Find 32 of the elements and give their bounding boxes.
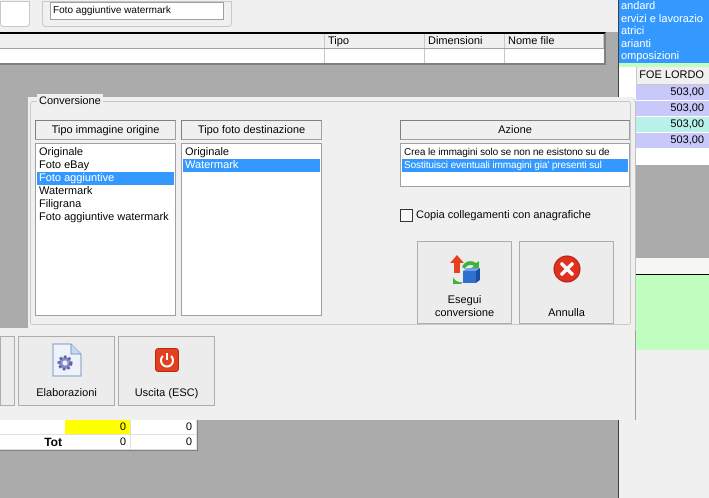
close-icon bbox=[552, 254, 582, 284]
column-header[interactable]: FOE LORDO bbox=[636, 67, 709, 85]
list-header: Azione bbox=[400, 120, 630, 140]
list-item[interactable]: Originale bbox=[37, 146, 174, 159]
list-item[interactable]: Filigrana bbox=[37, 198, 174, 211]
column-header[interactable]: Nome file bbox=[505, 34, 604, 48]
toolbar-button[interactable]: Uscita (ESC) bbox=[118, 336, 215, 406]
dialog-button[interactable]: Esegui conversione bbox=[417, 240, 512, 324]
document-gear-icon bbox=[50, 343, 82, 377]
row-label: Tot bbox=[44, 434, 62, 451]
list-header: Tipo foto destinazione bbox=[181, 120, 322, 140]
table-cell: 503,00 bbox=[636, 117, 709, 133]
checkbox-label: Copia collegamenti con anagrafiche bbox=[416, 208, 591, 223]
table-cell: 503,00 bbox=[636, 101, 709, 117]
column-header[interactable]: Dimensioni bbox=[425, 34, 505, 48]
dialog-button[interactable]: Annulla bbox=[519, 240, 614, 324]
list-header: Tipo immagine origine bbox=[35, 120, 176, 140]
power-icon bbox=[154, 348, 178, 372]
list-item[interactable]: Foto aggiuntive watermark bbox=[53, 5, 171, 17]
list-item[interactable]: Crea le immagini solo se non ne esistono su de bbox=[402, 146, 628, 159]
table-cell: 503,00 bbox=[636, 85, 709, 101]
list-item[interactable]: Foto aggiuntive watermark bbox=[37, 211, 174, 224]
list-item[interactable]: Foto eBay bbox=[37, 159, 174, 172]
arrows-cube-icon bbox=[448, 252, 480, 284]
list-item[interactable]: Originale bbox=[183, 146, 320, 159]
table-cell: 0 bbox=[65, 420, 131, 434]
toolbar-button[interactable]: Elaborazioni bbox=[18, 336, 115, 406]
field-box bbox=[0, 1, 30, 27]
column-header[interactable]: Tipo bbox=[325, 34, 425, 48]
checkbox[interactable] bbox=[400, 208, 413, 222]
table-cell: 503,00 bbox=[636, 133, 709, 149]
list-item[interactable]: Watermark bbox=[37, 185, 174, 198]
